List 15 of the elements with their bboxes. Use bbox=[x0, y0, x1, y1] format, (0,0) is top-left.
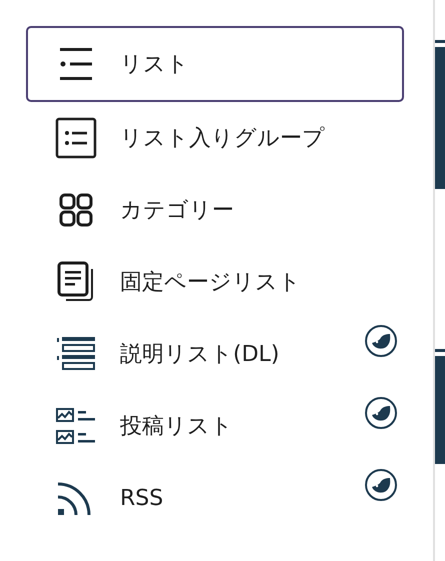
block-label: カテゴリー bbox=[120, 197, 234, 225]
block-item[interactable]: リスト入りグループ bbox=[26, 102, 404, 174]
list-group-icon bbox=[54, 116, 98, 160]
block-label: リスト bbox=[120, 51, 189, 79]
block-item[interactable]: 説明リスト(DL) bbox=[26, 318, 404, 390]
block-label: リスト入りグループ bbox=[120, 125, 325, 153]
block-label: 固定ページリスト bbox=[120, 269, 301, 297]
block-item[interactable]: RSS bbox=[26, 462, 404, 534]
block-item[interactable]: 投稿リスト bbox=[26, 390, 404, 462]
block-label: 説明リスト(DL) bbox=[120, 341, 280, 369]
block-item[interactable]: カテゴリー bbox=[26, 174, 404, 246]
block-label: RSS bbox=[120, 486, 164, 510]
block-label: 投稿リスト bbox=[120, 413, 233, 441]
block-item[interactable]: リスト bbox=[26, 26, 404, 102]
block-item[interactable]: 固定ページリスト bbox=[26, 246, 404, 318]
